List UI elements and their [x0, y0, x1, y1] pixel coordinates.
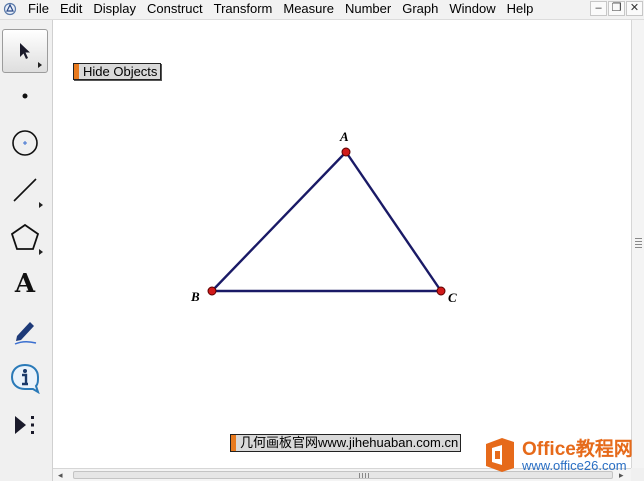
watermark-url: www.office26.com — [522, 458, 627, 473]
scroll-grip-icon — [635, 238, 642, 248]
label-A[interactable]: A — [339, 129, 349, 144]
website-caption[interactable]: 几何画板官网www.jihehuaban.com.cn — [230, 434, 462, 452]
watermark-title: Office教程网 — [522, 439, 633, 460]
caption-text: 几何画板官网www.jihehuaban.com.cn — [240, 435, 459, 450]
point-C[interactable] — [436, 286, 446, 296]
segment-AC[interactable] — [345, 151, 442, 292]
scroll-left-arrow-icon[interactable]: ◂ — [58, 470, 63, 480]
point-A[interactable] — [341, 147, 351, 157]
triangle-construction: A B C — [190, 129, 457, 305]
point-B[interactable] — [207, 286, 217, 296]
office-logo-icon — [486, 438, 514, 472]
scroll-grip-icon — [359, 473, 369, 478]
label-B[interactable]: B — [190, 289, 200, 304]
segment-AB[interactable] — [211, 151, 347, 292]
office26-watermark: Office教程网 www.office26.com — [480, 432, 642, 478]
label-C[interactable]: C — [448, 290, 457, 305]
vertical-scrollbar[interactable] — [631, 20, 644, 468]
